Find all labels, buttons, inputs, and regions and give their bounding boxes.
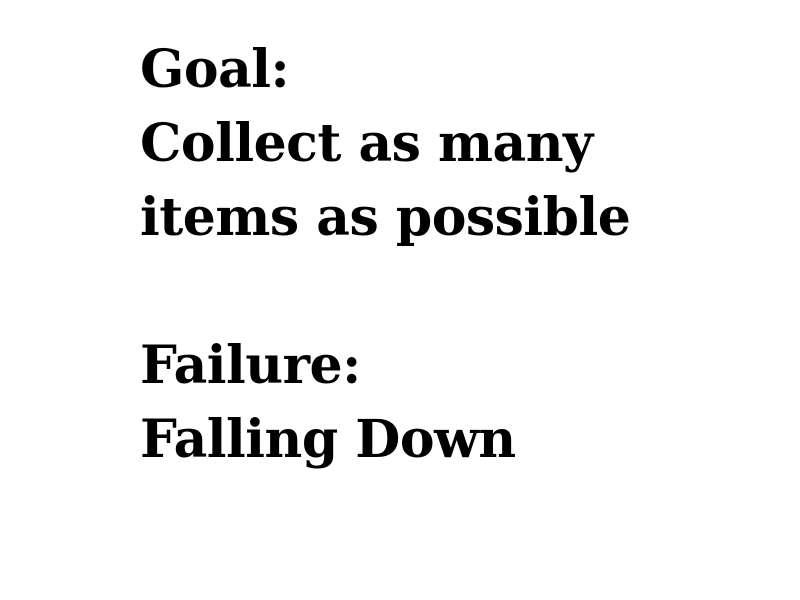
failure-description: Falling Down	[140, 409, 516, 470]
section-spacer	[140, 255, 780, 329]
goal-description-line-1: Collect as many	[140, 113, 593, 174]
instructions-screen: Goal: Collect as many items as possible …	[0, 0, 800, 600]
goal-heading: Goal:	[140, 39, 290, 100]
failure-heading: Failure:	[140, 335, 361, 396]
goal-description-line-2: items as possible	[140, 187, 631, 248]
instructions-text: Goal: Collect as many items as possible …	[140, 33, 780, 477]
